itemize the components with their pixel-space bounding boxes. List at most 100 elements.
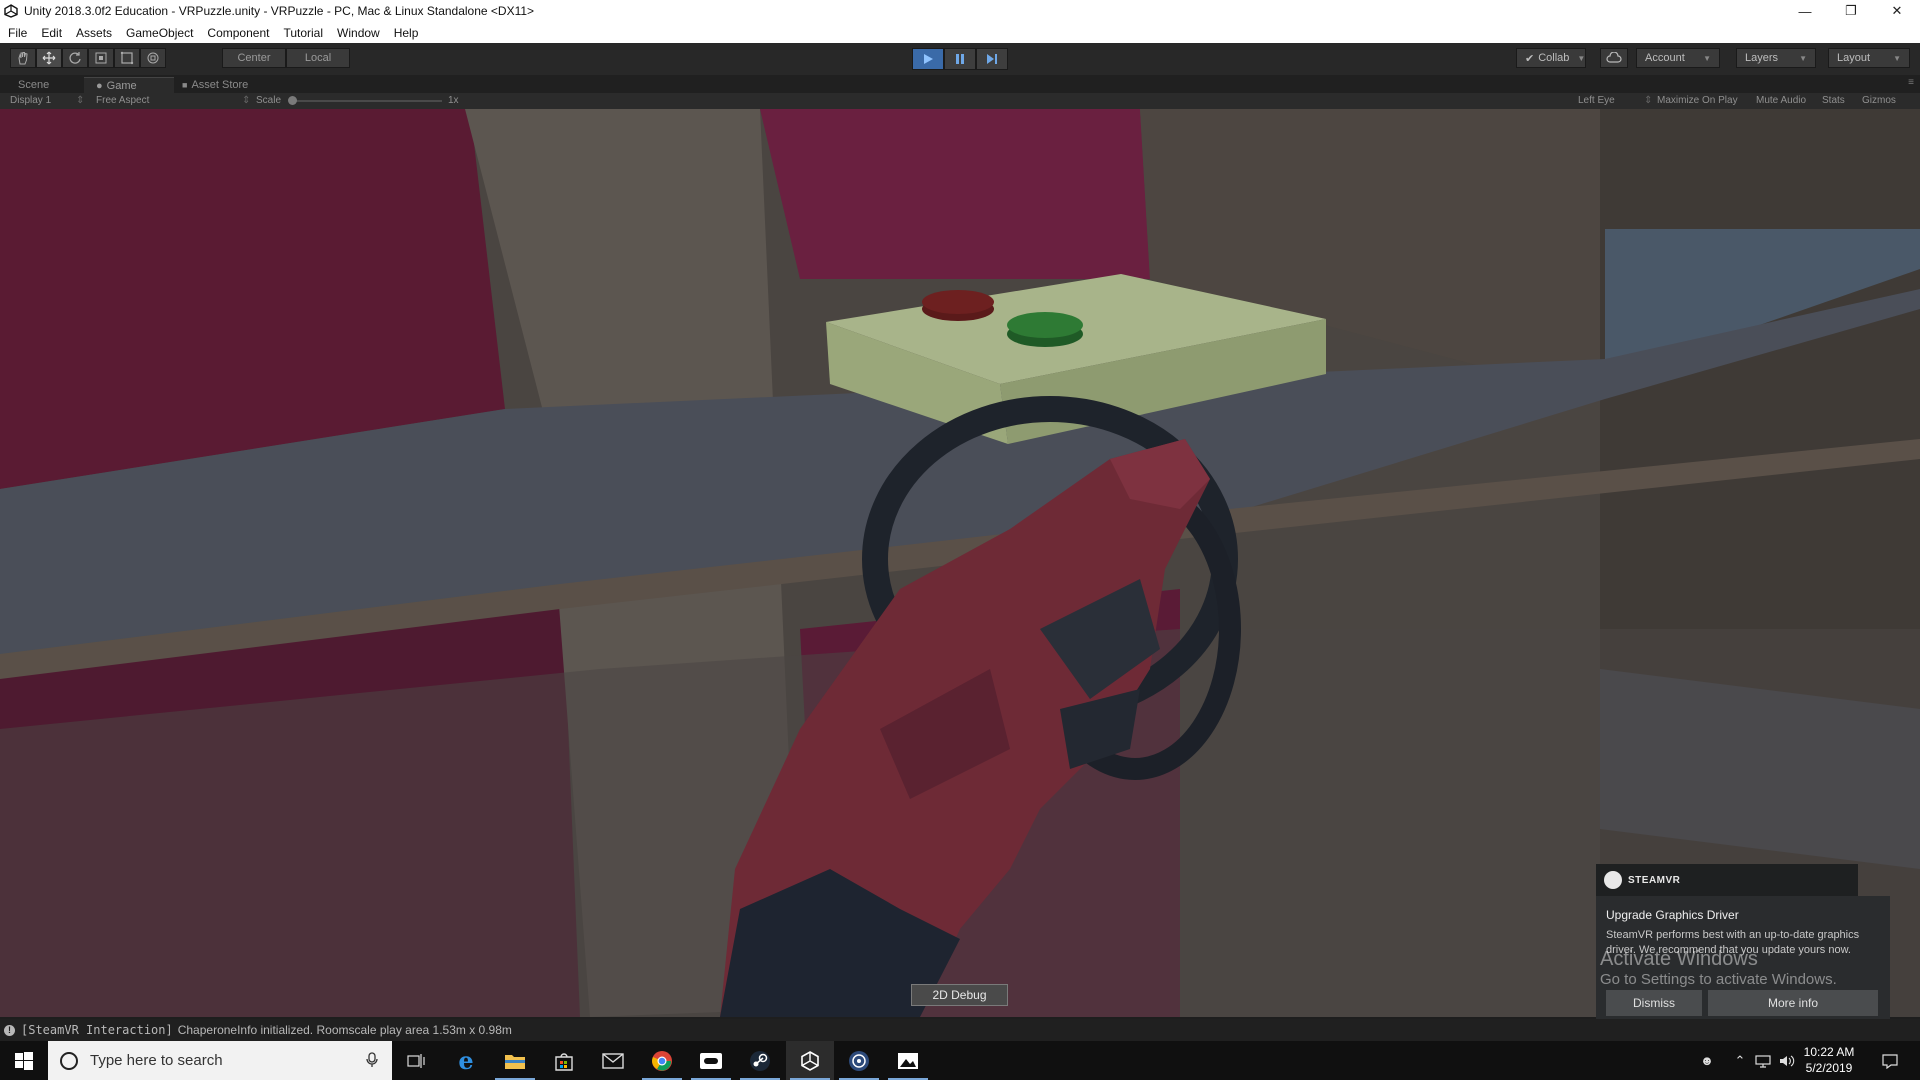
unity-logo-icon <box>4 4 18 18</box>
watermark-line2: Go to Settings to activate Windows. <box>1600 971 1837 988</box>
oculus-icon[interactable] <box>687 1041 735 1080</box>
chevron-down-icon: ▼ <box>1577 53 1586 63</box>
menu-file[interactable]: File <box>8 26 27 40</box>
step-icon <box>987 54 997 64</box>
file-explorer-icon[interactable] <box>491 1041 539 1080</box>
aspect-caret-icon: ⇕ <box>242 95 251 106</box>
volume-icon[interactable] <box>1776 1041 1798 1080</box>
transform-tools <box>10 48 166 68</box>
cloud-button[interactable] <box>1600 48 1628 68</box>
activate-windows-watermark: Activate Windows Go to Settings to activ… <box>1600 948 1837 988</box>
start-button[interactable] <box>0 1041 48 1080</box>
title-bar: Unity 2018.3.0f2 Education - VRPuzzle.un… <box>0 0 1920 22</box>
tab-scene[interactable]: Scene <box>6 77 61 93</box>
clock-date: 5/2/2019 <box>1805 1061 1853 1075</box>
rotate-icon <box>69 52 81 64</box>
info-icon: ! <box>4 1024 15 1036</box>
collab-label: Collab <box>1538 52 1570 64</box>
collab-check-icon: ✔ <box>1525 52 1535 65</box>
steamvr-header: STEAMVR <box>1596 864 1858 896</box>
2d-debug-button[interactable]: 2D Debug <box>911 984 1008 1006</box>
eye-dropdown[interactable]: Left Eye <box>1578 95 1615 106</box>
menu-component[interactable]: Component <box>207 26 269 40</box>
minimize-button[interactable]: — <box>1782 0 1828 22</box>
chevron-down-icon: ▼ <box>1703 53 1711 63</box>
windows-taskbar: Type here to search e ☻ ⌃ 10:22 AM 5/2/2… <box>0 1041 1920 1080</box>
task-view-icon[interactable] <box>392 1041 440 1080</box>
hand-icon <box>18 52 28 65</box>
chevron-down-icon: ▼ <box>1893 53 1901 63</box>
menu-edit[interactable]: Edit <box>41 26 62 40</box>
aspect-dropdown[interactable]: Free Aspect <box>96 95 149 106</box>
scale-slider[interactable] <box>288 96 442 105</box>
menu-help[interactable]: Help <box>394 26 419 40</box>
window-title: Unity 2018.3.0f2 Education - VRPuzzle.un… <box>24 4 535 18</box>
account-dropdown[interactable]: Account ▼ <box>1636 48 1720 68</box>
stats-toggle[interactable]: Stats <box>1822 95 1845 106</box>
pivot-center-button[interactable]: Center <box>222 48 286 68</box>
close-button[interactable]: ✕ <box>1874 0 1920 22</box>
game-icon: ● <box>96 79 103 92</box>
tab-menu-icon[interactable]: ≡ <box>1908 77 1914 88</box>
tab-game[interactable]: ● Game <box>84 77 174 93</box>
edge-browser-icon[interactable]: e <box>442 1041 490 1080</box>
menu-tutorial[interactable]: Tutorial <box>283 26 323 40</box>
microphone-icon[interactable] <box>366 1052 378 1068</box>
scale-label: Scale <box>256 95 282 106</box>
scale-slider-thumb[interactable] <box>288 96 297 105</box>
move-arrows-icon <box>42 51 56 65</box>
step-button[interactable] <box>976 48 1008 70</box>
play-icon <box>924 54 933 64</box>
status-message: ChaperoneInfo initialized. Roomscale pla… <box>177 1023 512 1037</box>
eye-caret-icon: ⇕ <box>1644 95 1653 106</box>
collab-dropdown[interactable]: ✔ Collab ▼ <box>1516 48 1586 68</box>
display-dropdown[interactable]: Display 1 <box>10 95 51 106</box>
action-center-icon[interactable] <box>1870 1041 1910 1080</box>
move-tool-button[interactable] <box>36 48 62 68</box>
more-info-button[interactable]: More info <box>1708 990 1878 1016</box>
menu-window[interactable]: Window <box>337 26 380 40</box>
show-hidden-icons-chevron-up-icon[interactable]: ⌃ <box>1730 1041 1750 1080</box>
layers-dropdown[interactable]: Layers ▼ <box>1736 48 1816 68</box>
pivot-toggles: Center Local <box>222 48 350 68</box>
view-tabs: Scene ● Game ■ Asset Store ≡ <box>0 75 1920 93</box>
layout-dropdown[interactable]: Layout ▼ <box>1828 48 1910 68</box>
chrome-icon[interactable] <box>638 1041 686 1080</box>
play-button[interactable] <box>912 48 944 70</box>
tab-game-label: Game <box>106 79 137 92</box>
network-icon[interactable] <box>1752 1041 1774 1080</box>
menu-gameobject[interactable]: GameObject <box>126 26 193 40</box>
steam-icon[interactable] <box>736 1041 784 1080</box>
people-icon[interactable]: ☻ <box>1694 1041 1720 1080</box>
pivot-local-button[interactable]: Local <box>286 48 350 68</box>
rotate-tool-button[interactable] <box>62 48 88 68</box>
console-status-bar[interactable]: ! [SteamVR Interaction] ChaperoneInfo in… <box>0 1019 1920 1041</box>
restore-button[interactable]: ❐ <box>1828 0 1874 22</box>
transform-tool-button[interactable] <box>140 48 166 68</box>
gizmos-dropdown[interactable]: Gizmos <box>1862 95 1896 106</box>
mute-audio-toggle[interactable]: Mute Audio <box>1756 95 1806 106</box>
main-toolbar: Center Local ✔ Collab ▼ Account ▼ Layers… <box>0 43 1920 75</box>
transform-icon <box>147 52 159 64</box>
maximize-on-play-toggle[interactable]: Maximize On Play <box>1657 95 1738 106</box>
windows-logo-icon <box>15 1051 33 1070</box>
pause-button[interactable] <box>944 48 976 70</box>
steamvr-taskbar-icon[interactable] <box>835 1041 883 1080</box>
scale-icon <box>95 52 107 64</box>
tab-asset-store[interactable]: ■ Asset Store <box>170 77 260 93</box>
taskbar-search[interactable]: Type here to search <box>48 1041 392 1080</box>
scale-tool-button[interactable] <box>88 48 114 68</box>
menu-assets[interactable]: Assets <box>76 26 112 40</box>
unity-taskbar-icon[interactable] <box>786 1041 834 1080</box>
chevron-down-icon: ▼ <box>1799 53 1807 63</box>
dismiss-button[interactable]: Dismiss <box>1606 990 1702 1016</box>
photos-icon[interactable] <box>884 1041 932 1080</box>
scale-value: 1x <box>448 95 459 106</box>
hand-tool-button[interactable] <box>10 48 36 68</box>
rect-tool-button[interactable] <box>114 48 140 68</box>
taskbar-clock[interactable]: 10:22 AM 5/2/2019 <box>1796 1044 1862 1076</box>
store-icon[interactable] <box>540 1041 588 1080</box>
menu-bar: File Edit Assets GameObject Component Tu… <box>0 22 1920 43</box>
mail-icon[interactable] <box>589 1041 637 1080</box>
rect-transform-icon <box>120 51 134 65</box>
